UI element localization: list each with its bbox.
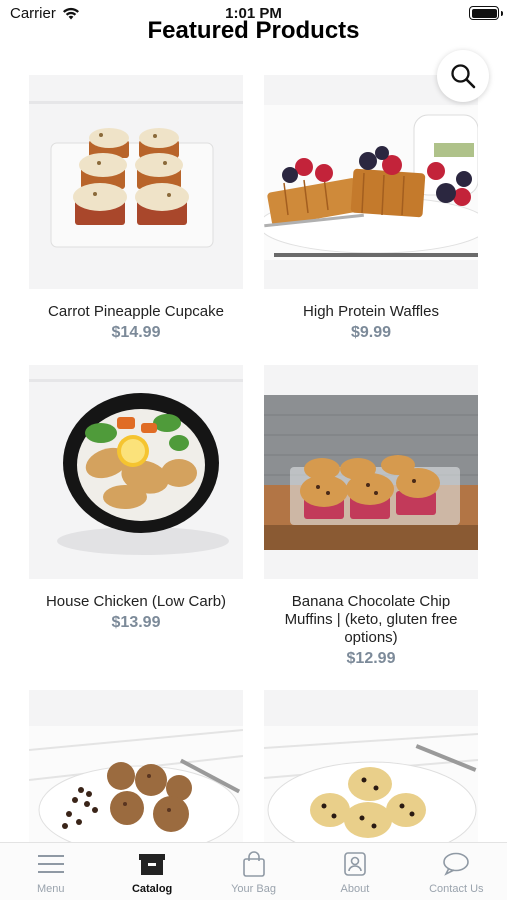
- product-image-cupcakes[interactable]: [29, 75, 243, 289]
- product-card[interactable]: Banana Chocolate Chip Muffins | (keto, g…: [264, 365, 478, 668]
- product-image-muffins[interactable]: [264, 365, 478, 579]
- product-card[interactable]: House Chicken (Low Carb) $13.99: [29, 365, 243, 632]
- chat-bubble-icon: [441, 851, 471, 877]
- product-name[interactable]: House Chicken (Low Carb): [29, 593, 243, 611]
- tab-contact-us[interactable]: Contact Us: [406, 843, 507, 900]
- tab-menu-label: Menu: [36, 883, 65, 895]
- tab-catalog-label: Catalog: [131, 883, 173, 895]
- product-price: $12.99: [346, 650, 396, 667]
- person-badge-icon: [340, 851, 370, 877]
- tab-catalog[interactable]: Catalog: [101, 843, 202, 900]
- product-card[interactable]: High Protein Waffles $9.99: [264, 75, 478, 342]
- tab-your-bag-label: Your Bag: [231, 883, 276, 895]
- product-image-protein-balls[interactable]: [29, 690, 243, 842]
- tab-bar: Menu Catalog Your Bag About Contact Us: [0, 842, 507, 900]
- product-price: $9.99: [350, 324, 392, 341]
- hamburger-menu-icon: [36, 851, 66, 877]
- product-price: $13.99: [111, 614, 161, 631]
- product-price: $14.99: [111, 324, 161, 341]
- shopping-bag-icon: [239, 851, 269, 877]
- tab-menu[interactable]: Menu: [0, 843, 101, 900]
- product-card[interactable]: [29, 690, 243, 842]
- product-name[interactable]: Carrot Pineapple Cupcake: [29, 303, 243, 321]
- page-title: Featured Products: [147, 17, 360, 44]
- product-image-chicken-bowl[interactable]: [29, 365, 243, 579]
- product-grid: Carrot Pineapple Cupcake $14.99 High Pro…: [0, 75, 507, 842]
- product-image-cookie-dough[interactable]: [264, 690, 478, 842]
- tab-your-bag[interactable]: Your Bag: [203, 843, 304, 900]
- tab-contact-us-label: Contact Us: [429, 883, 484, 895]
- product-image-waffles[interactable]: [264, 75, 478, 289]
- product-name[interactable]: High Protein Waffles: [264, 303, 478, 321]
- tab-about[interactable]: About: [304, 843, 405, 900]
- product-card[interactable]: Carrot Pineapple Cupcake $14.99: [29, 75, 243, 342]
- search-icon: [451, 64, 476, 89]
- product-card[interactable]: [264, 690, 478, 842]
- tab-about-label: About: [340, 883, 370, 895]
- box-icon: [137, 851, 167, 877]
- product-name[interactable]: Banana Chocolate Chip Muffins | (keto, g…: [264, 593, 478, 647]
- search-button[interactable]: [437, 50, 489, 102]
